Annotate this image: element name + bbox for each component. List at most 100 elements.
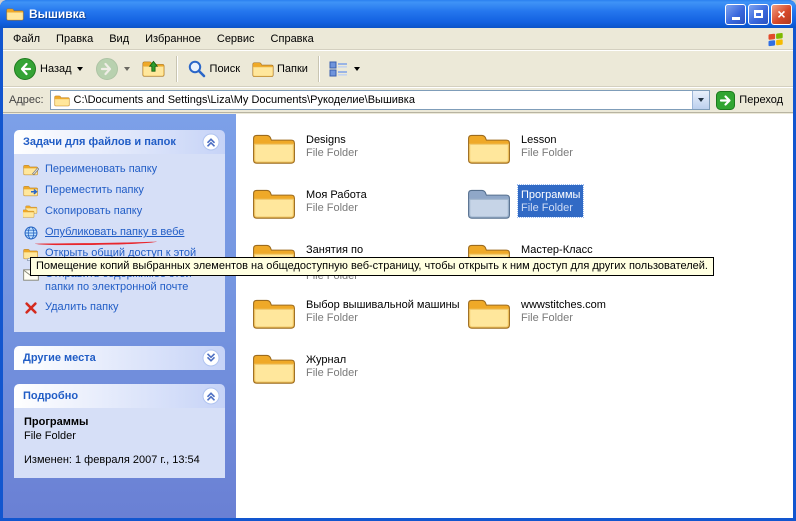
copy-folder-icon	[23, 205, 39, 219]
tasks-panel: Задачи для файлов и папок Пере	[14, 130, 225, 332]
task-label: Опубликовать папку в вебе	[45, 226, 184, 239]
other-places-panel: Другие места	[14, 346, 225, 370]
menu-favorites[interactable]: Избранное	[137, 30, 209, 48]
up-folder-icon	[142, 58, 166, 80]
folder-name: Моя Работа	[306, 189, 367, 202]
folder-type: File Folder	[306, 147, 358, 160]
toolbar: Назад	[3, 50, 793, 87]
titlebar: Вышивка ×	[0, 0, 796, 28]
folders-icon	[252, 60, 274, 78]
chevron-up-icon[interactable]	[202, 387, 220, 405]
menu-tools[interactable]: Сервис	[209, 30, 263, 48]
maximize-button[interactable]	[748, 4, 769, 25]
details-panel-body: Программы File Folder Изменен: 1 февраля…	[14, 408, 225, 478]
folder-tile-lesson[interactable]: Lesson File Folder	[467, 130, 682, 185]
tooltip: Помещение копий выбранных элементов на о…	[30, 257, 714, 276]
address-dropdown-button[interactable]	[692, 91, 709, 109]
addressbar: Адрес: C:\Documents and Settings\Liza\My…	[3, 87, 793, 113]
tasks-panel-header[interactable]: Задачи для файлов и папок	[14, 130, 225, 154]
search-button[interactable]: Поиск	[181, 55, 246, 83]
search-icon	[187, 59, 207, 79]
details-panel-title: Подробно	[23, 390, 78, 402]
menu-file[interactable]: Файл	[5, 30, 48, 48]
windows-logo-icon	[767, 31, 785, 47]
details-modified-date: Изменен: 1 февраля 2007 г., 13:54	[24, 454, 219, 466]
address-input[interactable]: C:\Documents and Settings\Liza\My Docume…	[50, 90, 711, 110]
folders-label: Папки	[277, 63, 308, 75]
folder-type: File Folder	[306, 202, 367, 215]
toolbar-separator	[176, 56, 177, 82]
folder-icon	[467, 130, 511, 166]
go-button[interactable]: Переход	[710, 90, 789, 111]
folder-type: File Folder	[521, 202, 580, 215]
details-folder-name: Программы	[24, 416, 219, 428]
folder-tile-moya-rabota[interactable]: Моя Работа File Folder	[252, 185, 467, 240]
menu-edit[interactable]: Правка	[48, 30, 101, 48]
folder-tile-wwwstitches[interactable]: wwwstitches.com File Folder	[467, 295, 682, 350]
task-label: Скопировать папку	[45, 205, 142, 218]
folder-icon-selected	[467, 185, 511, 221]
menu-view[interactable]: Вид	[101, 30, 137, 48]
go-icon	[716, 91, 735, 110]
task-label: Переименовать папку	[45, 163, 157, 176]
chevron-down-icon[interactable]	[202, 349, 220, 367]
views-button[interactable]	[323, 56, 366, 82]
back-button[interactable]: Назад	[7, 53, 89, 85]
back-dropdown-icon	[77, 67, 83, 71]
minimize-button[interactable]	[725, 4, 746, 25]
address-label: Адрес:	[9, 94, 44, 106]
folder-icon	[467, 295, 511, 331]
folder-tile-zhurnal[interactable]: Журнал File Folder	[252, 350, 467, 405]
folder-type: File Folder	[306, 312, 460, 325]
folder-tile-programmy-selected[interactable]: Программы File Folder	[467, 185, 682, 240]
details-panel: Подробно Программы File Folder Изменен: …	[14, 384, 225, 478]
folder-tile-vybor-mashiny[interactable]: Выбор вышивальной машины File Folder	[252, 295, 467, 350]
tasks-panel-title: Задачи для файлов и папок	[23, 136, 176, 148]
folder-name: Программы	[521, 189, 580, 202]
folder-name: Мастер-Класс	[521, 244, 593, 257]
folder-tile-designs[interactable]: Designs File Folder	[252, 130, 467, 185]
chevron-up-icon[interactable]	[202, 133, 220, 151]
folder-type: File Folder	[521, 312, 606, 325]
other-places-header[interactable]: Другие места	[14, 346, 225, 370]
publish-web-icon	[23, 226, 39, 240]
search-label: Поиск	[210, 63, 240, 75]
task-rename-folder[interactable]: Переименовать папку	[23, 163, 221, 177]
go-label: Переход	[739, 94, 783, 106]
window-title: Вышивка	[29, 7, 725, 21]
folder-name: Lesson	[521, 134, 573, 147]
folder-name: Designs	[306, 134, 358, 147]
move-folder-icon	[23, 184, 39, 198]
task-copy-folder[interactable]: Скопировать папку	[23, 205, 221, 219]
file-list-area[interactable]: Designs File Folder Lesson File Folder	[236, 114, 793, 518]
content-area: Задачи для файлов и папок Пере	[3, 114, 793, 518]
back-icon	[13, 57, 37, 81]
close-button[interactable]: ×	[771, 4, 792, 25]
forward-button[interactable]	[89, 53, 136, 85]
folder-type: File Folder	[521, 147, 573, 160]
toolbar-separator	[318, 56, 319, 82]
explorer-window: Вышивка × Файл Правка Вид Избранное Серв…	[0, 0, 796, 521]
task-delete-folder[interactable]: Удалить папку	[23, 301, 221, 315]
forward-icon	[95, 57, 119, 81]
folder-icon	[252, 350, 296, 386]
details-folder-type: File Folder	[24, 430, 219, 442]
sidebar: Задачи для файлов и папок Пере	[3, 114, 236, 518]
folder-name: Выбор вышивальной машины	[306, 299, 460, 312]
delete-icon	[23, 301, 39, 315]
menubar: Файл Правка Вид Избранное Сервис Справка	[3, 28, 793, 50]
task-publish-folder[interactable]: Опубликовать папку в вебе	[23, 226, 221, 240]
task-move-folder[interactable]: Переместить папку	[23, 184, 221, 198]
address-folder-icon	[54, 94, 70, 107]
folder-type: File Folder	[306, 367, 358, 380]
menu-help[interactable]: Справка	[263, 30, 322, 48]
views-icon	[329, 60, 349, 78]
folder-icon	[252, 295, 296, 331]
up-button[interactable]	[136, 54, 172, 84]
folders-button[interactable]: Папки	[246, 56, 314, 82]
folder-icon	[252, 185, 296, 221]
back-label: Назад	[40, 63, 72, 75]
other-places-title: Другие места	[23, 352, 96, 364]
details-panel-header[interactable]: Подробно	[14, 384, 225, 408]
window-folder-icon	[6, 6, 24, 22]
